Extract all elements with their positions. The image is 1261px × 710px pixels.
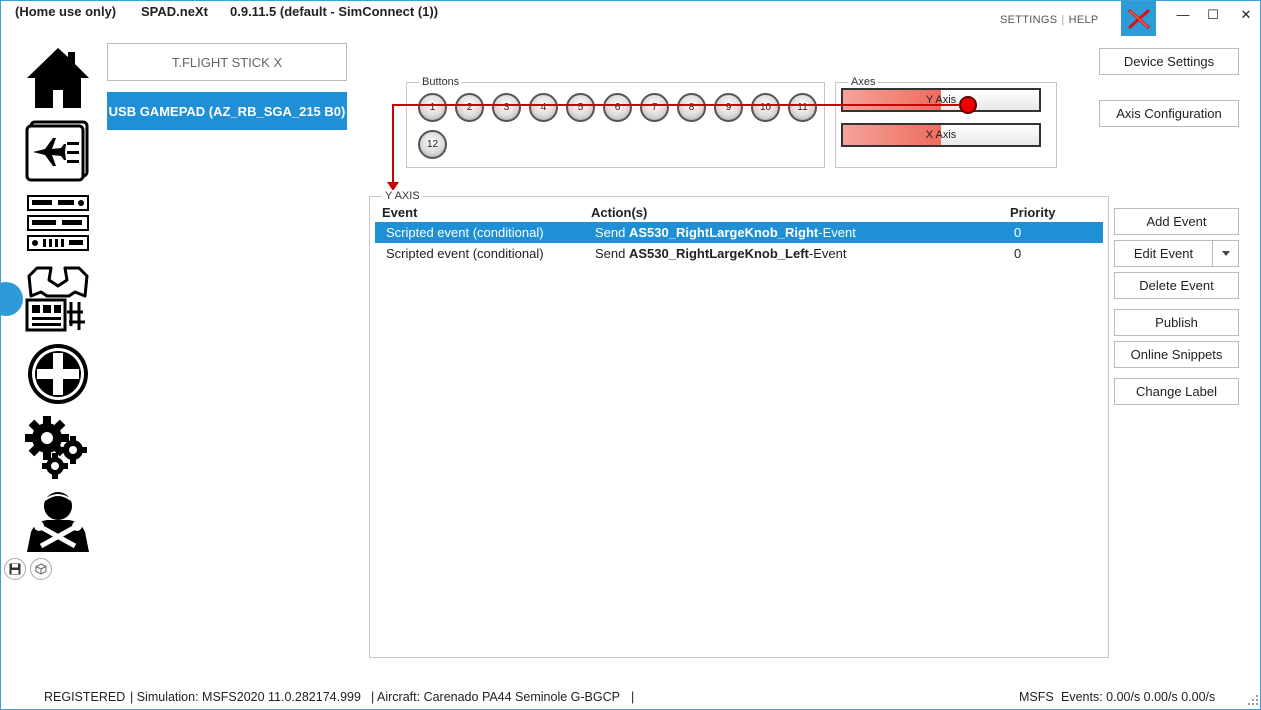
axis-configuration-button[interactable]: Axis Configuration [1099,100,1239,127]
event-row[interactable]: Scripted event (conditional) Send AS530_… [375,243,1103,264]
event-panel: Y AXIS [369,190,1109,658]
event-name: Scripted event (conditional) [386,225,544,240]
edit-event-dropdown[interactable] [1212,240,1239,267]
home-icon[interactable] [25,46,91,113]
status-aircraft: | Aircraft: Carenado PA44 Seminole G-BGC… [371,690,620,704]
connector-line-horizontal [392,104,969,106]
action-name: AS530_RightLargeKnob_Left [629,246,809,261]
event-priority: 0 [1014,246,1022,261]
status-events: Events: 0.00/s 0.00/s 0.00/s [1061,690,1216,704]
action-prefix: Send [595,225,626,240]
version-label: 0.9.11.5 (default - SimConnect (1)) [230,4,439,19]
connector-dot [959,96,977,114]
device-tflight-stick[interactable]: T.FLIGHT STICK X [107,43,347,81]
flight-plan-icon[interactable] [25,120,89,187]
edit-event-button[interactable]: Edit Event [1114,240,1213,267]
spad-logo-icon[interactable] [1121,1,1156,36]
gamepad-button-2[interactable]: 2 [455,93,484,122]
online-snippets-button[interactable]: Online Snippets [1114,341,1239,368]
save-icon[interactable] [4,558,26,580]
add-icon[interactable] [25,341,91,410]
app-window: (Home use only) SPAD.neXt 0.9.11.5 (defa… [0,0,1261,710]
event-row[interactable]: Scripted event (conditional) Send AS530_… [375,222,1103,243]
buttons-group-label: Buttons [419,76,463,88]
gamepad-button-3[interactable]: 3 [492,93,521,122]
x-axis-bar[interactable]: X Axis [841,123,1041,147]
action-suffix: -Event [818,225,856,240]
help-link[interactable]: HELP [1069,14,1099,26]
y-axis-bar[interactable]: Y Axis [841,88,1041,112]
gamepad-button-12[interactable]: 12 [418,130,447,159]
status-aircraft-end: | [631,690,635,704]
gamepad-button-1[interactable]: 1 [418,93,447,122]
event-action: Send AS530_RightLargeKnob_Left-Event [595,243,846,264]
column-header-event[interactable]: Event [382,205,417,220]
publish-button[interactable]: Publish [1114,309,1239,336]
gamepad-button-7[interactable]: 7 [640,93,669,122]
chevron-down-icon [1221,251,1230,256]
gamepad-button-10[interactable]: 10 [751,93,780,122]
gamepad-button-5[interactable]: 5 [566,93,595,122]
gamepad-button-9[interactable]: 9 [714,93,743,122]
close-button[interactable]: ✕ [1231,4,1261,26]
column-header-actions[interactable]: Action(s) [591,205,647,220]
gamepad-button-4[interactable]: 4 [529,93,558,122]
gamepad-button-8[interactable]: 8 [677,93,706,122]
change-label-button[interactable]: Change Label [1114,378,1239,405]
action-prefix: Send [595,246,626,261]
column-header-priority[interactable]: Priority [1010,205,1056,220]
event-name: Scripted event (conditional) [386,246,544,261]
app-name: SPAD.neXt [141,4,208,19]
settings-link[interactable]: SETTINGS [1000,14,1057,26]
top-links: SETTINGS | HELP [1000,14,1099,26]
minimize-button[interactable]: — [1168,4,1198,26]
radio-panels-icon[interactable] [25,194,89,257]
x-axis-label: X Axis [925,129,957,141]
action-name: AS530_RightLargeKnob_Right [629,225,819,240]
status-simulation: | Simulation: MSFS2020 11.0.282174.999 [130,690,361,704]
package-icon[interactable] [30,558,52,580]
status-registered: REGISTERED [44,690,126,704]
resize-grip-icon[interactable] [1248,695,1258,705]
connector-line-vertical [392,104,394,184]
gamepad-button-11[interactable]: 11 [788,93,817,122]
edition-label: (Home use only) [15,4,117,19]
event-action: Send AS530_RightLargeKnob_Right-Event [595,222,856,243]
y-axis-label: Y Axis [925,94,957,106]
axes-group-label: Axes [848,76,879,88]
event-panel-label: Y AXIS [382,190,423,202]
event-priority: 0 [1014,225,1022,240]
device-usb-gamepad[interactable]: USB GAMEPAD (AZ_RB_SGA_215 B0) [107,92,347,130]
action-suffix: -Event [808,246,847,261]
delete-event-button[interactable]: Delete Event [1114,272,1239,299]
nav-active-indicator [0,282,23,316]
pilot-tools-icon[interactable] [25,488,91,557]
device-settings-button[interactable]: Device Settings [1099,48,1239,75]
gamepad-button-6[interactable]: 6 [603,93,632,122]
settings-gears-icon[interactable] [25,416,91,483]
status-sim: MSFS [1019,690,1054,704]
add-event-button[interactable]: Add Event [1114,208,1239,235]
devices-icon[interactable] [25,266,91,335]
maximize-button[interactable]: ☐ [1198,4,1228,26]
